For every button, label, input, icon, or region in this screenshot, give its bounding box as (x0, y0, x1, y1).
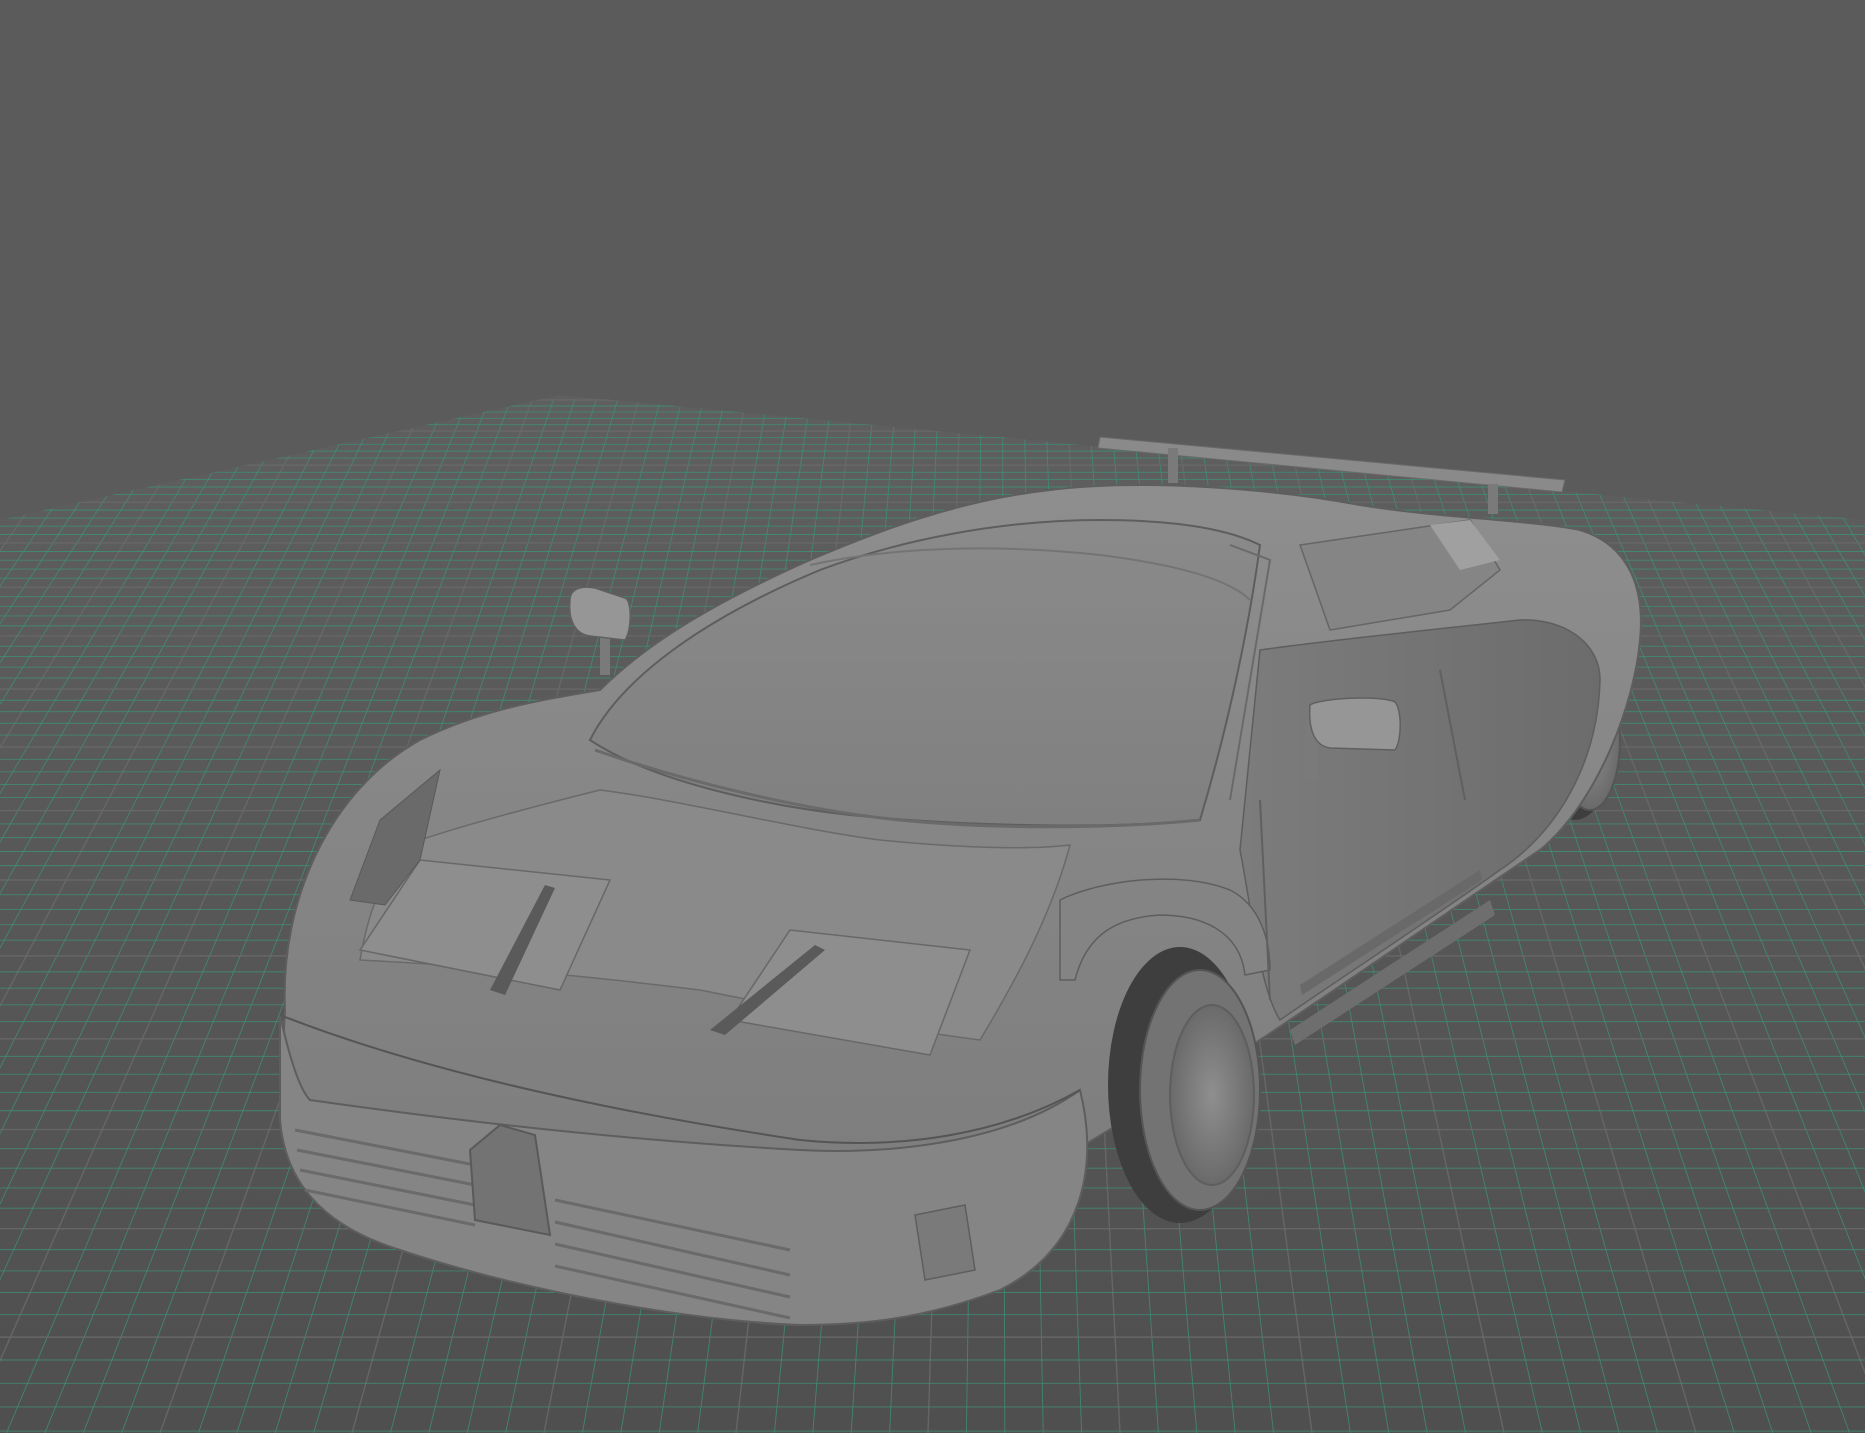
viewport-scene[interactable] (0, 0, 1865, 1433)
3d-viewport[interactable] (0, 0, 1865, 1433)
